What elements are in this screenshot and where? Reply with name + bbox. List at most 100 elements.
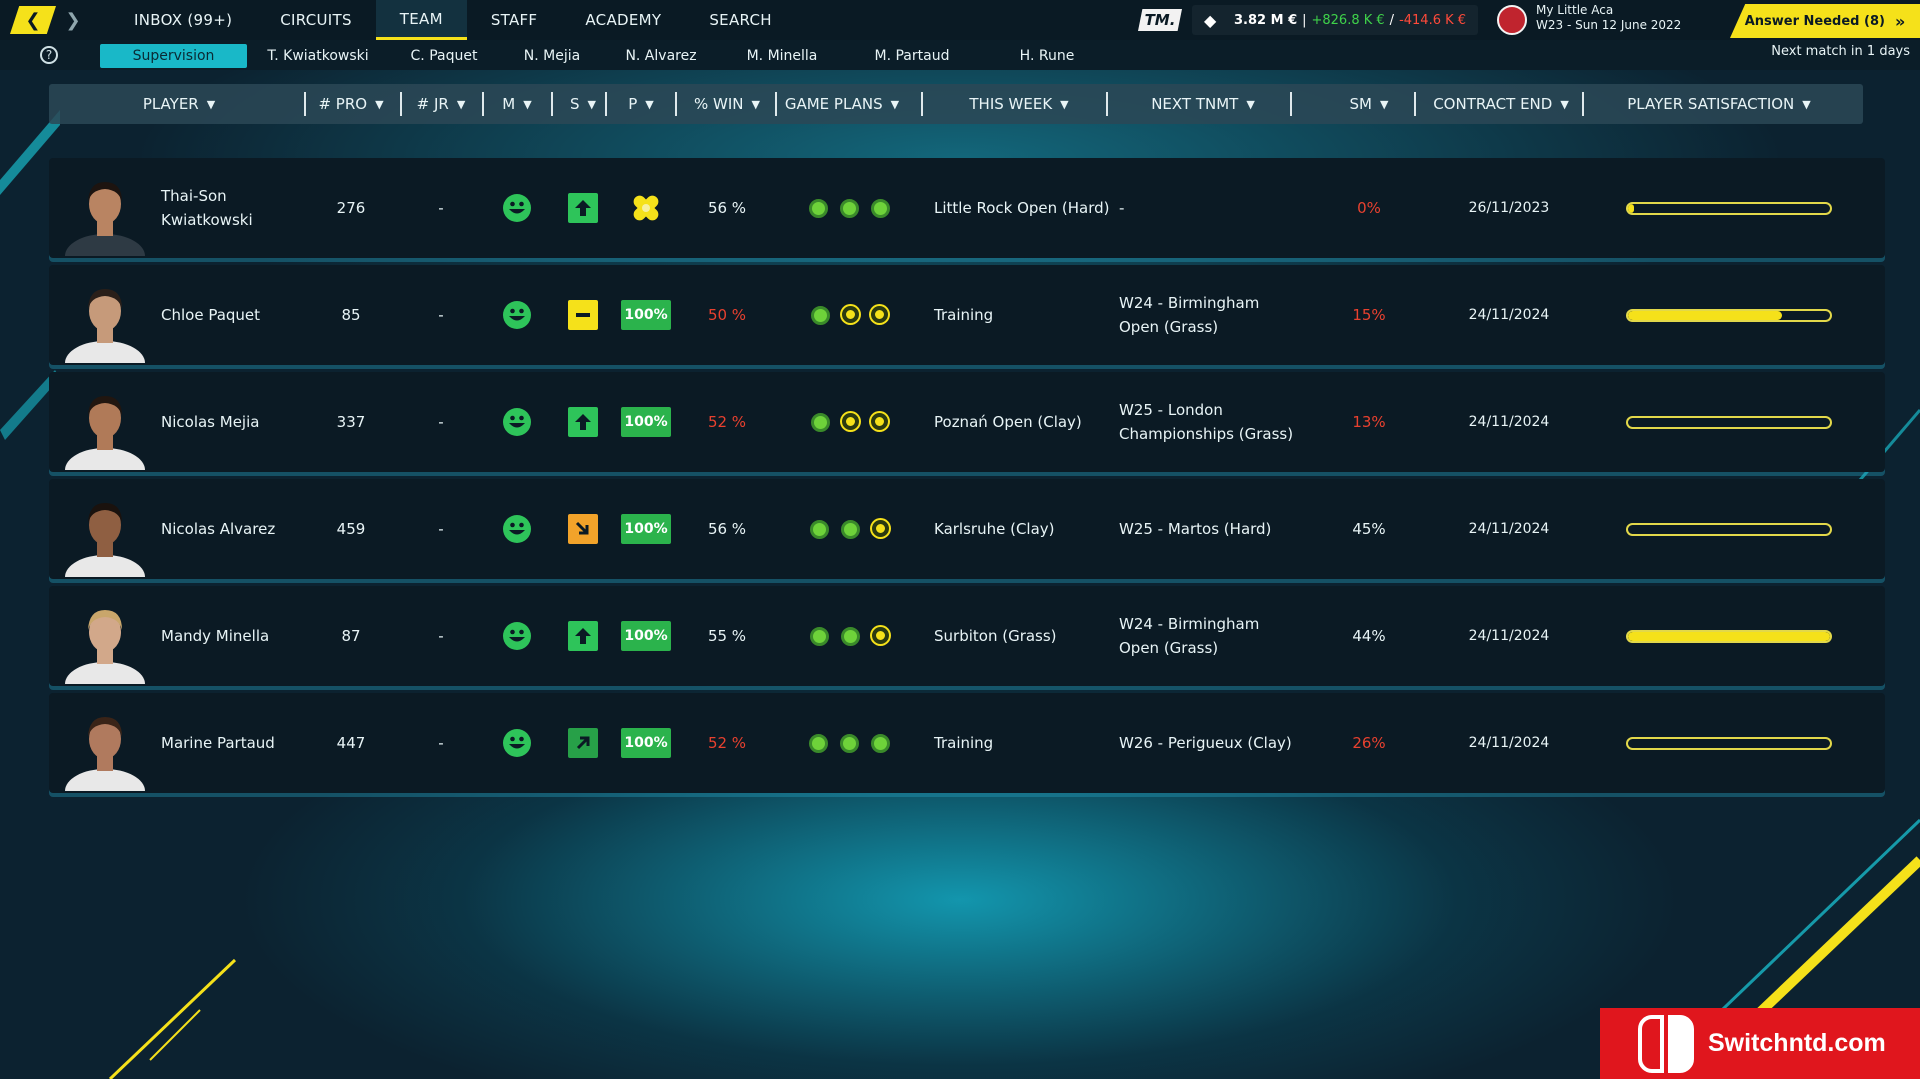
game-plan-indicator[interactable] <box>809 626 829 646</box>
physical-badge: 100% <box>621 621 671 651</box>
mood-cell <box>487 693 547 793</box>
satisfaction-fill <box>1628 310 1782 320</box>
physical-cell: 100% <box>611 586 681 686</box>
next-tournament[interactable]: W26 - Perigueux (Clay) <box>1119 693 1299 793</box>
menu-circuits[interactable]: CIRCUITS <box>256 0 376 40</box>
pro-rank: 276 <box>336 199 366 217</box>
game-plan-indicator[interactable] <box>870 733 890 753</box>
menu-search[interactable]: SEARCH <box>685 0 796 40</box>
game-plans[interactable] <box>779 586 919 686</box>
game-plan-indicator[interactable] <box>871 626 889 644</box>
player-row[interactable]: Nicolas Alvarez 459 - 100% 56 % Karlsruh… <box>49 479 1885 579</box>
player-row[interactable]: Mandy Minella 87 - 100% 55 % Surbiton (G… <box>49 586 1885 686</box>
tab-player[interactable]: T. Kwiatkowski <box>247 44 389 68</box>
game-plan-indicator[interactable] <box>839 733 859 753</box>
column-win-percent[interactable]: % WIN ▼ <box>679 84 775 124</box>
forward-button[interactable]: ❯ <box>60 6 86 34</box>
menu-academy[interactable]: ACADEMY <box>561 0 685 40</box>
player-avatar <box>65 279 145 363</box>
shape-cell <box>555 586 611 686</box>
column-mood[interactable]: M ▼ <box>487 84 547 124</box>
next-tournament[interactable]: W25 - Martos (Hard) <box>1119 479 1299 579</box>
next-tournament[interactable]: W25 - London Championships (Grass) <box>1119 372 1299 472</box>
column-next-tournament[interactable]: NEXT TNMT ▼ <box>1113 84 1293 124</box>
finance-summary[interactable]: ◆ 3.82 M € | +826.8 K € / -414.6 K € <box>1192 5 1478 35</box>
column-player[interactable]: PLAYER ▼ <box>99 84 259 124</box>
game-plan-indicator[interactable] <box>839 198 859 218</box>
column-sm[interactable]: SM ▼ <box>1299 84 1439 124</box>
game-plans[interactable] <box>779 265 919 365</box>
satisfaction-cell <box>1609 586 1849 686</box>
game-plan-indicator[interactable] <box>808 198 828 218</box>
tab-supervision[interactable]: Supervision <box>100 44 247 68</box>
this-week[interactable]: Karlsruhe (Clay) <box>934 479 1114 579</box>
column-pro-rank[interactable]: # PRO ▼ <box>311 84 391 124</box>
menu-staff[interactable]: STAFF <box>467 0 562 40</box>
game-plan-indicator[interactable] <box>870 305 888 323</box>
player-name[interactable]: Marine Partaud <box>161 693 311 793</box>
column-game-plans[interactable]: GAME PLANS ▼ <box>779 84 905 124</box>
shape-cell <box>555 479 611 579</box>
game-plan-indicator[interactable] <box>810 412 830 432</box>
column-shape[interactable]: S ▼ <box>555 84 611 124</box>
menu-team[interactable]: TEAM <box>375 0 467 40</box>
player-name[interactable]: Thai-Son Kwiatkowski <box>161 158 311 258</box>
next-tournament[interactable]: W24 - Birmingham Open (Grass) <box>1119 265 1299 365</box>
tab-player[interactable]: N. Mejia <box>499 44 605 68</box>
game-plan-indicator[interactable] <box>871 519 889 537</box>
player-name[interactable]: Mandy Minella <box>161 586 311 686</box>
club-logo[interactable] <box>1497 5 1527 35</box>
player-row[interactable]: Thai-Son Kwiatkowski 276 - 56 % Little R… <box>49 158 1885 258</box>
game-plan-indicator[interactable] <box>840 626 860 646</box>
help-icon[interactable]: ? <box>40 46 58 64</box>
player-row[interactable]: Nicolas Mejia 337 - 100% 52 % Poznań Ope… <box>49 372 1885 472</box>
physical-cell: 100% <box>611 265 681 365</box>
this-week[interactable]: Little Rock Open (Hard) <box>934 158 1114 258</box>
menu-inbox[interactable]: INBOX (99+) <box>110 0 256 40</box>
caret-down-icon: ▼ <box>1246 97 1255 111</box>
answer-needed-button[interactable]: Answer Needed (8) » <box>1730 4 1920 38</box>
tab-player[interactable]: M. Partaud <box>847 44 977 68</box>
player-name[interactable]: Nicolas Alvarez <box>161 479 311 579</box>
tab-player[interactable]: N. Alvarez <box>605 44 717 68</box>
column-physical[interactable]: P ▼ <box>611 84 671 124</box>
game-plan-indicator[interactable] <box>870 412 888 430</box>
game-plan-indicator[interactable] <box>841 412 859 430</box>
tab-player[interactable]: H. Rune <box>977 44 1117 68</box>
game-plan-indicator[interactable] <box>840 519 860 539</box>
game-plan-indicator[interactable] <box>809 519 829 539</box>
game-plan-indicator[interactable] <box>810 305 830 325</box>
satisfaction-bar <box>1626 736 1832 750</box>
next-tournament[interactable]: - <box>1119 158 1299 258</box>
player-avatar <box>65 707 145 791</box>
table-header: PLAYER ▼ # PRO ▼ # JR ▼ M ▼ S ▼ P ▼ % WIN ▼ GAM… <box>49 84 1863 124</box>
this-week[interactable]: Surbiton (Grass) <box>934 586 1114 686</box>
player-row[interactable]: Marine Partaud 447 - 100% 52 % Training <box>49 693 1885 793</box>
game-plan-indicator[interactable] <box>808 733 828 753</box>
satisfaction-bar <box>1626 629 1832 643</box>
win-percent: 52 % <box>707 734 747 752</box>
this-week[interactable]: Training <box>934 265 1114 365</box>
game-plan-indicator[interactable] <box>841 305 859 323</box>
next-tournament[interactable]: W24 - Birmingham Open (Grass) <box>1119 586 1299 686</box>
column-this-week[interactable]: THIS WEEK ▼ <box>929 84 1109 124</box>
player-name[interactable]: Chloe Paquet <box>161 265 311 365</box>
column-player-satisfaction[interactable]: PLAYER SATISFACTION ▼ <box>1589 84 1849 124</box>
game-plan-indicator[interactable] <box>870 198 890 218</box>
game-plans[interactable] <box>779 158 919 258</box>
this-week[interactable]: Training <box>934 693 1114 793</box>
player-row[interactable]: Chloe Paquet 85 - 100% 50 % Training W24… <box>49 265 1885 365</box>
this-week[interactable]: Poznań Open (Clay) <box>934 372 1114 472</box>
jr-rank: - <box>438 199 444 217</box>
column-jr-rank[interactable]: # JR ▼ <box>405 84 477 124</box>
column-contract-end[interactable]: CONTRACT END ▼ <box>1421 84 1581 124</box>
tab-player[interactable]: M. Minella <box>717 44 847 68</box>
player-name[interactable]: Nicolas Mejia <box>161 372 311 472</box>
column-divider <box>1414 92 1416 116</box>
game-plans[interactable] <box>779 693 919 793</box>
caret-down-icon: ▼ <box>1560 97 1569 111</box>
game-plans[interactable] <box>779 479 919 579</box>
game-plans[interactable] <box>779 372 919 472</box>
satisfaction-cell <box>1609 265 1849 365</box>
tab-player[interactable]: C. Paquet <box>389 44 499 68</box>
